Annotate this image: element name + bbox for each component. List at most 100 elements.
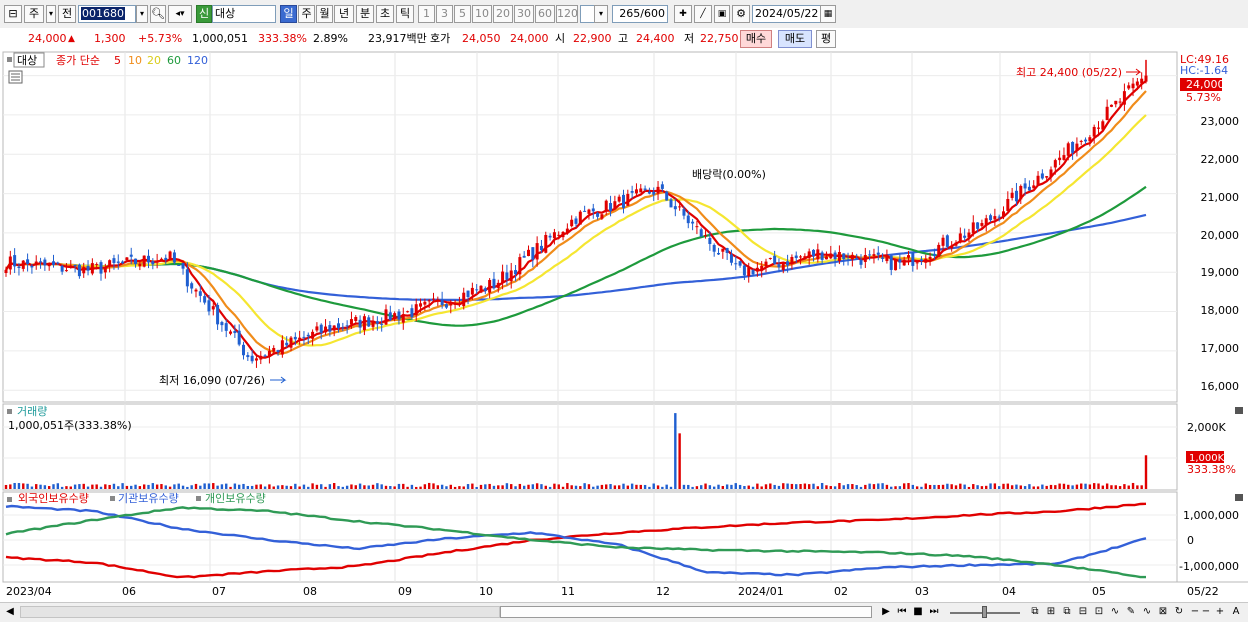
candle-body bbox=[742, 265, 746, 276]
search-icon[interactable]: 🔍︎ bbox=[150, 5, 166, 23]
volume-bar bbox=[600, 484, 604, 489]
crosshair-icon[interactable]: ✚ bbox=[674, 5, 692, 23]
period-month-tab[interactable]: 월 bbox=[316, 5, 333, 23]
candle-body bbox=[224, 323, 228, 331]
stop-icon[interactable]: ■ bbox=[911, 605, 925, 619]
interval-20-button[interactable]: 20 bbox=[493, 5, 513, 23]
candle-body bbox=[108, 260, 112, 266]
bar-count-field[interactable]: 265/600 bbox=[612, 5, 668, 23]
stock-chart-svg[interactable]: 대상 종가 단순 5 10 20 60 120 23,000 22,000 21… bbox=[0, 50, 1248, 602]
candle-body bbox=[185, 269, 189, 287]
code-dropdown-icon[interactable]: ▾ bbox=[136, 5, 148, 23]
volume-bar bbox=[898, 486, 902, 489]
candle-body bbox=[820, 252, 824, 260]
period-week-tab[interactable]: 주 bbox=[298, 5, 315, 23]
calendar-icon[interactable]: ▦ bbox=[820, 5, 836, 23]
gear-icon[interactable]: ⚙ bbox=[732, 5, 750, 23]
x-label: 02 bbox=[834, 585, 848, 598]
zoom-slider-handle[interactable] bbox=[982, 606, 987, 618]
save-icon[interactable]: ▣ bbox=[714, 5, 730, 23]
volume-bar bbox=[229, 486, 232, 489]
scroll-thumb[interactable] bbox=[500, 606, 872, 618]
volume-bar bbox=[911, 484, 915, 489]
candle-body bbox=[591, 208, 595, 212]
candle-body bbox=[777, 264, 781, 268]
ma5-label: 5 bbox=[114, 54, 121, 67]
fast-forward-icon[interactable]: ⏭ bbox=[927, 605, 941, 619]
volume-value: 1,000,051 bbox=[192, 32, 248, 45]
volume-bar bbox=[717, 484, 720, 489]
x-label: 07 bbox=[212, 585, 226, 598]
interval-10-button[interactable]: 10 bbox=[472, 5, 492, 23]
bar-type-icon[interactable]: ⊡ bbox=[1092, 605, 1106, 619]
y-tick-16000: 16,000 bbox=[1201, 380, 1240, 393]
scroll-track[interactable] bbox=[20, 606, 500, 618]
volume-close-icon[interactable] bbox=[1235, 407, 1243, 414]
zoom-in-icon[interactable]: + bbox=[1213, 605, 1227, 619]
volume-bar bbox=[505, 483, 509, 489]
volume-bar bbox=[242, 483, 245, 489]
candle-body bbox=[1027, 186, 1031, 191]
interval-dropdown-icon[interactable]: ▾ bbox=[594, 5, 608, 23]
period-tick-tab[interactable]: 틱 bbox=[396, 5, 414, 23]
line-type-icon[interactable]: ∿ bbox=[1108, 605, 1122, 619]
period-minute-tab[interactable]: 분 bbox=[356, 5, 374, 23]
period-year-tab[interactable]: 년 bbox=[334, 5, 354, 23]
minus-icon[interactable]: − bbox=[1200, 605, 1212, 619]
draw-icon[interactable]: ✎ bbox=[1124, 605, 1138, 619]
holding-close-icon[interactable] bbox=[1235, 494, 1243, 501]
interval-120-button[interactable]: 120 bbox=[556, 5, 578, 23]
candle-body bbox=[267, 350, 271, 357]
ma60-label: 60 bbox=[167, 54, 181, 67]
split-icon[interactable]: ⊞ bbox=[1044, 605, 1058, 619]
rewind-icon[interactable]: ⏮ bbox=[895, 605, 909, 619]
market-type-button[interactable]: 주 bbox=[24, 5, 44, 23]
holding-panel-menu-icon[interactable] bbox=[7, 497, 12, 502]
candle-body bbox=[177, 264, 181, 266]
copy-icon[interactable]: ⧉ bbox=[1060, 605, 1074, 619]
indicator-icon[interactable]: ∿ bbox=[1140, 605, 1154, 619]
volume-bar bbox=[186, 486, 189, 489]
compare-icon[interactable]: ⊟ bbox=[1076, 605, 1090, 619]
sound-icon[interactable]: ◂▾ bbox=[168, 5, 192, 23]
candle-body bbox=[30, 265, 34, 268]
trendline-icon[interactable]: ╱ bbox=[694, 5, 712, 23]
interval-3-button[interactable]: 3 bbox=[436, 5, 453, 23]
candle-body bbox=[1023, 183, 1027, 189]
volume-bar bbox=[35, 484, 38, 489]
buy-button[interactable]: 매수 bbox=[740, 30, 772, 48]
stock-name-field[interactable]: 대상 bbox=[212, 5, 276, 23]
volume-bar bbox=[458, 486, 461, 489]
eval-button[interactable]: 평 bbox=[816, 30, 836, 48]
candle-body bbox=[1140, 78, 1144, 84]
scroll-right-icon[interactable]: ▶ bbox=[880, 605, 892, 619]
sell-button[interactable]: 매도 bbox=[778, 30, 812, 48]
stock-code-input[interactable]: 001680 bbox=[78, 5, 136, 23]
date-input[interactable]: 2024/05/22 bbox=[752, 5, 822, 23]
layout-icon[interactable]: ⧉ bbox=[1028, 605, 1042, 619]
candle-body bbox=[665, 191, 669, 201]
volume-panel-menu-icon[interactable] bbox=[7, 409, 12, 414]
panel-menu-icon[interactable] bbox=[7, 57, 12, 62]
window-menu-icon[interactable]: ⊟ bbox=[4, 5, 22, 23]
period-second-tab[interactable]: 초 bbox=[376, 5, 394, 23]
market-type-dropdown-icon[interactable]: ▾ bbox=[46, 5, 56, 23]
volume-bar bbox=[527, 484, 530, 489]
volume-bar bbox=[130, 485, 133, 489]
interval-1-button[interactable]: 1 bbox=[418, 5, 435, 23]
interval-5-button[interactable]: 5 bbox=[454, 5, 471, 23]
save-chart-icon[interactable]: ⊠ bbox=[1156, 605, 1170, 619]
candle-body bbox=[237, 330, 241, 345]
interval-60-button[interactable]: 60 bbox=[535, 5, 555, 23]
prev-stock-button[interactable]: 전 bbox=[58, 5, 76, 23]
interval-30-button[interactable]: 30 bbox=[514, 5, 534, 23]
volume-bar bbox=[497, 485, 500, 489]
refresh-icon[interactable]: ↻ bbox=[1172, 605, 1186, 619]
period-day-tab[interactable]: 일 bbox=[280, 5, 297, 23]
volume-readout: 1,000,051주(333.38%) bbox=[8, 419, 132, 432]
candle-body bbox=[1101, 121, 1105, 130]
font-size-icon[interactable]: A bbox=[1229, 605, 1243, 619]
candle-body bbox=[1014, 190, 1018, 202]
chart-area[interactable]: 대상 종가 단순 5 10 20 60 120 23,000 22,000 21… bbox=[0, 50, 1248, 602]
scroll-left-icon[interactable]: ◀ bbox=[4, 605, 16, 619]
